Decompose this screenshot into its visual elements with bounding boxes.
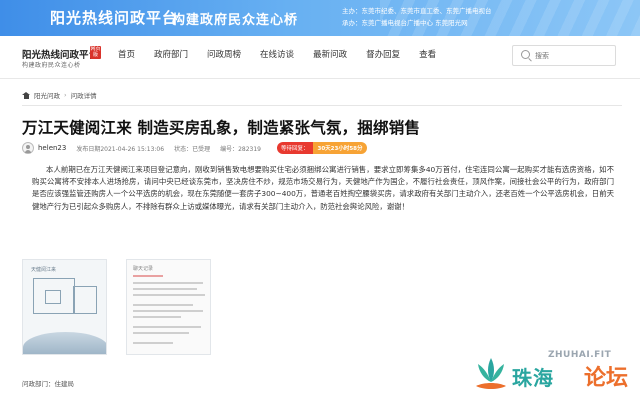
attachment-chat-screenshot[interactable]: 聊天记录 [126, 259, 211, 355]
department-tag: 问政部门：住建局 [22, 380, 74, 388]
top-banner: 阳光热线问政平台 构建政府民众连心桥 主办：东莞市纪委、东莞市直工委、东莞广播电… [0, 0, 640, 36]
site-logo-subtitle: 构建政府民众连心桥 [22, 62, 81, 69]
watermark-domain: ZHUHAI.FIT [548, 350, 612, 360]
author-name: helen23 [38, 144, 67, 152]
banner-sponsor-line: 主办：东莞市纪委、东莞市直工委、东莞广播电视台 [342, 7, 492, 15]
chat-line [133, 332, 189, 334]
watermark-text: 珠海 [512, 366, 554, 390]
floorplan-shape [73, 286, 97, 314]
publish-date: 发布日期2021-04-26 15:13:06 [76, 145, 165, 153]
search-icon[interactable] [521, 50, 530, 59]
home-icon [22, 91, 30, 99]
countdown-value: 30天23小时58分 [312, 142, 368, 154]
status-text: 状态：已受理 [174, 145, 211, 153]
chat-line [133, 342, 173, 344]
decorative-wave [23, 332, 106, 354]
divider [22, 105, 622, 106]
nav-item-view[interactable]: 查看 [419, 48, 436, 60]
page-title: 万江天健阅江来 制造买房乱象，制造紧张气氛，捆绑销售 [22, 119, 421, 137]
article-meta: helen23 发布日期2021-04-26 15:13:06 状态：已受理 编… [22, 141, 368, 155]
logo-badge: 网页版 [90, 46, 101, 59]
breadcrumb-home[interactable]: 阳光问政 [34, 90, 60, 100]
nav-item-departments[interactable]: 政府部门 [154, 48, 188, 60]
nav-item-supervision[interactable]: 督办回复 [366, 48, 400, 60]
search-input[interactable] [535, 48, 611, 63]
chat-line [133, 294, 205, 296]
site-logo-title[interactable]: 阳光热线问政平台 [22, 47, 98, 61]
breadcrumb: 阳光问政 › 问政详情 [22, 90, 97, 100]
floorplan-shape [45, 290, 61, 304]
search-box[interactable] [512, 45, 616, 66]
nav-item-home[interactable]: 首页 [118, 48, 135, 60]
banner-sponsors: 主办：东莞市纪委、东莞市直工委、东莞广播电视台 承办：东莞广播电视台广播中心 东… [342, 5, 492, 29]
main-nav: 阳光热线问政平台 网页版 构建政府民众连心桥 首页 政府部门 问政周榜 在线访谈… [0, 36, 640, 79]
attachment-caption: 聊天记录 [133, 266, 154, 272]
chat-line [133, 282, 203, 284]
status-badge: 等待回复： 30天23小时58分 [277, 142, 368, 154]
chevron-right-icon: › [64, 91, 67, 99]
article-id: 编号：282319 [220, 145, 261, 153]
breadcrumb-current: 问政详情 [70, 92, 97, 100]
watermark-text-accent: 论坛 [584, 366, 629, 391]
avatar [22, 142, 34, 154]
nav-item-weekly-ranking[interactable]: 问政周榜 [207, 48, 241, 60]
banner-organizer-line: 承办：东莞广播电视台广播中心 东莞阳光网 [342, 19, 468, 27]
chat-line [133, 310, 203, 312]
attachment-floorplan-image[interactable]: 天健阅江来 [22, 259, 107, 355]
nav-item-latest[interactable]: 最新问政 [313, 48, 347, 60]
attachment-caption: 天健阅江来 [31, 267, 57, 273]
chat-line [133, 316, 181, 318]
nav-items: 首页 政府部门 问政周榜 在线访谈 最新问政 督办回复 查看 [118, 48, 455, 60]
chat-line [133, 304, 193, 306]
banner-slogan: 构建政府民众连心桥 [172, 13, 299, 28]
chat-line [133, 288, 197, 290]
chat-line [133, 326, 201, 328]
waiting-label: 等待回复： [277, 142, 313, 154]
nav-item-interviews[interactable]: 在线访谈 [260, 48, 294, 60]
lotus-logo-icon [476, 358, 506, 389]
article-body: 本人前期已在万江天健阅江来项目登记意向，刚收到销售致电想要购买住宅必须捆绑公寓进… [32, 165, 614, 211]
chat-line [133, 275, 163, 277]
banner-title: 阳光热线问政平台 [50, 9, 179, 27]
